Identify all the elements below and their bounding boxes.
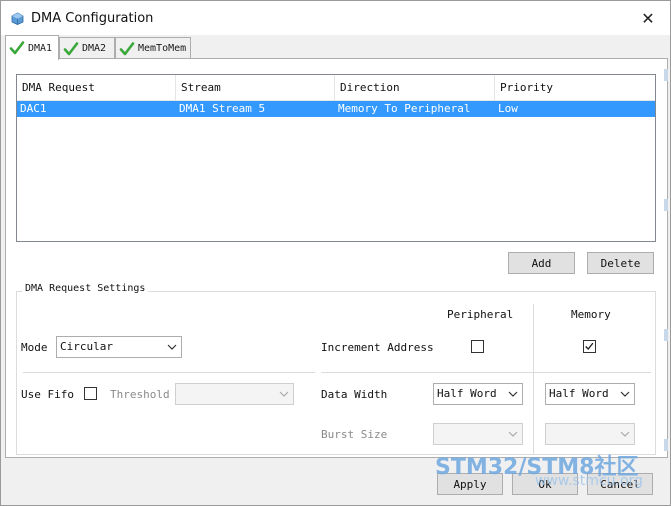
- cube-app-icon: [11, 12, 24, 25]
- green-check-icon: [9, 41, 25, 55]
- tab-panel: DMA Request Stream Direction Priority DA…: [5, 58, 668, 458]
- peripheral-increment-checkbox[interactable]: [471, 340, 484, 353]
- divider: [321, 372, 651, 373]
- edge-marker-strip: [664, 69, 668, 451]
- peripheral-data-width-value: Half Word: [437, 387, 497, 400]
- tab-memtomem[interactable]: MemToMem: [115, 37, 191, 59]
- tab-dma1[interactable]: DMA1: [5, 35, 59, 60]
- chevron-down-icon: [508, 431, 518, 437]
- memory-data-width-value: Half Word: [549, 387, 609, 400]
- chevron-down-icon: [279, 391, 289, 397]
- cell-priority: Low: [498, 102, 518, 115]
- tab-label: DMA1: [28, 42, 53, 54]
- cell-dma-request: DAC1: [20, 102, 47, 115]
- dma-request-settings-group: DMA Request Settings Peripheral Memory M…: [16, 283, 656, 455]
- column-divider: [533, 304, 534, 454]
- group-title: DMA Request Settings: [22, 283, 149, 294]
- cell-stream: DMA1 Stream 5: [179, 102, 266, 115]
- tab-label: MemToMem: [138, 43, 187, 54]
- memory-increment-checkbox[interactable]: [583, 340, 596, 353]
- increment-address-label: Increment Address: [321, 341, 434, 354]
- close-button[interactable]: ✕: [626, 1, 670, 35]
- threshold-select[interactable]: [175, 383, 294, 405]
- dma-request-table[interactable]: DMA Request Stream Direction Priority DA…: [16, 74, 656, 242]
- tab-dma2[interactable]: DMA2: [59, 37, 115, 59]
- green-check-icon: [119, 41, 135, 55]
- add-button[interactable]: Add: [508, 252, 575, 274]
- green-check-icon: [63, 41, 79, 55]
- peripheral-column-header: Peripheral: [447, 308, 514, 321]
- burst-size-label: Burst Size: [321, 428, 388, 441]
- data-width-label: Data Width: [321, 388, 388, 401]
- memory-column-header: Memory: [571, 308, 611, 321]
- mode-label: Mode: [21, 341, 48, 354]
- title-bar: DMA Configuration ✕: [1, 1, 670, 35]
- column-header-dma-request[interactable]: DMA Request: [17, 75, 176, 101]
- chevron-down-icon: [620, 431, 630, 437]
- peripheral-burst-size-select[interactable]: [433, 423, 523, 445]
- chevron-down-icon: [508, 391, 518, 397]
- close-icon: ✕: [641, 8, 655, 28]
- chevron-down-icon: [620, 391, 630, 397]
- use-fifo-label: Use Fifo: [21, 388, 74, 401]
- checkmark-icon: [585, 342, 594, 351]
- mode-select[interactable]: Circular: [56, 336, 182, 358]
- column-header-stream[interactable]: Stream: [176, 75, 335, 101]
- chevron-down-icon: [167, 344, 177, 350]
- divider: [23, 372, 315, 373]
- column-header-direction[interactable]: Direction: [335, 75, 495, 101]
- table-row[interactable]: DAC1 DMA1 Stream 5 Memory To Peripheral …: [17, 101, 655, 117]
- peripheral-data-width-select[interactable]: Half Word: [433, 383, 523, 405]
- window-title: DMA Configuration: [31, 11, 154, 26]
- memory-data-width-select[interactable]: Half Word: [545, 383, 635, 405]
- delete-button[interactable]: Delete: [587, 252, 654, 274]
- column-header-priority[interactable]: Priority: [495, 75, 655, 101]
- cell-direction: Memory To Peripheral: [338, 102, 471, 115]
- use-fifo-checkbox[interactable]: [84, 387, 97, 400]
- watermark-site: www.stmcu.org: [535, 473, 643, 489]
- memory-burst-size-select[interactable]: [545, 423, 635, 445]
- table-header: DMA Request Stream Direction Priority: [17, 75, 655, 101]
- dma-configuration-dialog: DMA Configuration ✕ DMA1 DMA2 MemToMem D…: [0, 0, 671, 506]
- tab-label: DMA2: [82, 43, 107, 54]
- mode-select-value: Circular: [60, 340, 113, 353]
- threshold-label: Threshold: [110, 388, 170, 401]
